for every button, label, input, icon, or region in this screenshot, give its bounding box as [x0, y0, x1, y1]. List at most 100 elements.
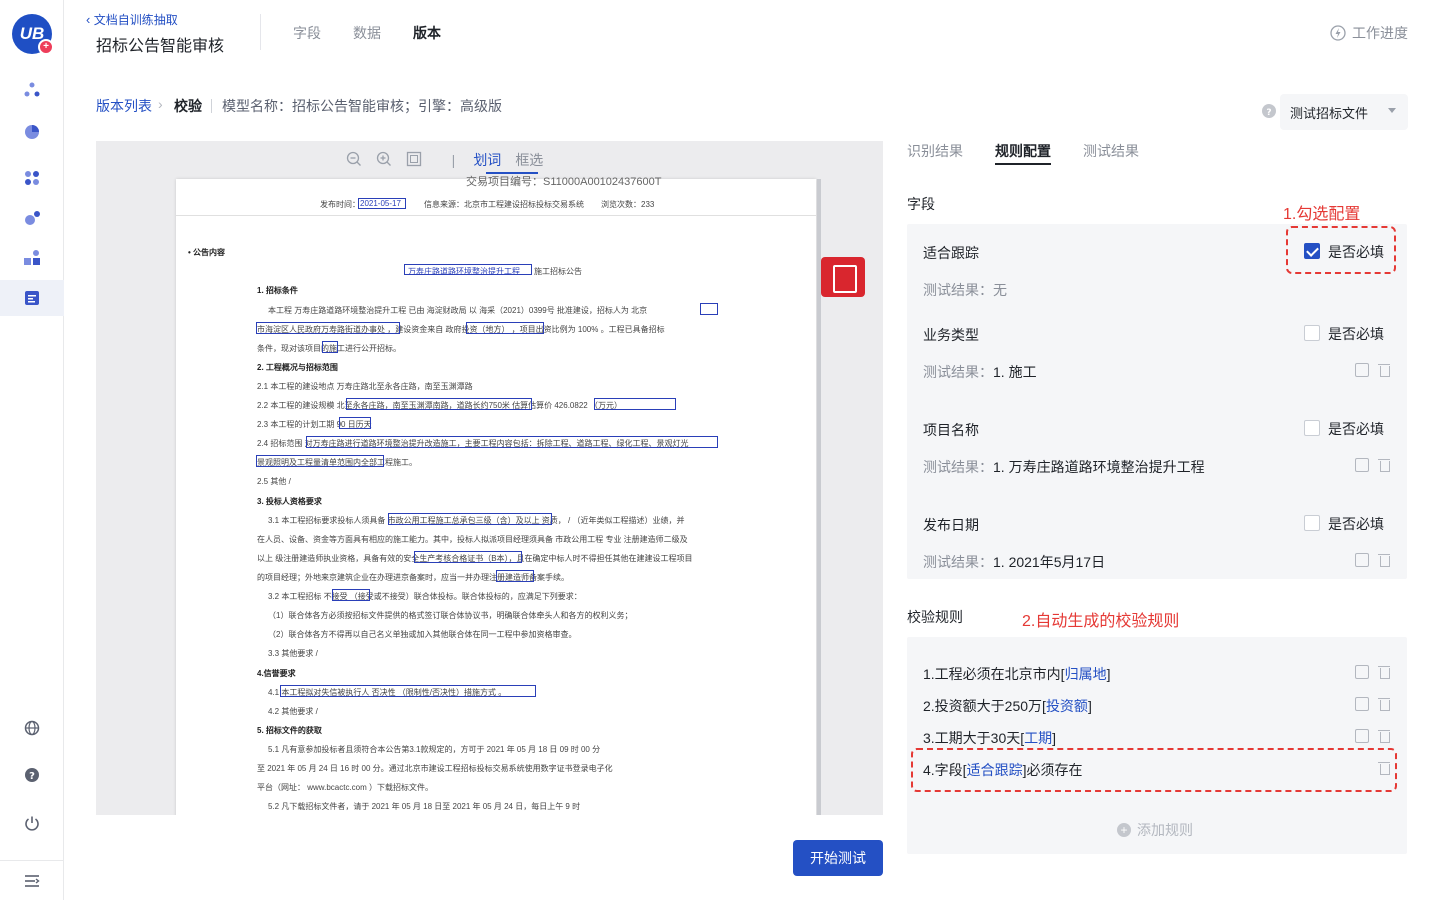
- nav-bubble-icon[interactable]: [22, 208, 42, 228]
- rule-field-link[interactable]: 归属地: [1065, 666, 1107, 682]
- doc-meta-time: 发布时间：: [320, 200, 360, 209]
- breadcrumb-version-list[interactable]: 版本列表: [96, 96, 152, 116]
- delete-icon[interactable]: [1378, 697, 1392, 711]
- back-label: 文档自训练抽取: [93, 13, 178, 27]
- edit-icon[interactable]: [1355, 363, 1369, 377]
- tab-version[interactable]: 版本: [413, 23, 441, 43]
- app-logo[interactable]: UB +: [12, 14, 54, 55]
- edit-icon[interactable]: [1355, 729, 1369, 743]
- highlight-box[interactable]: [466, 322, 544, 334]
- svg-text:?: ?: [1266, 108, 1271, 118]
- highlight-box[interactable]: [256, 455, 384, 467]
- fit-screen-icon[interactable]: [406, 151, 422, 170]
- plus-circle-icon: +: [1117, 823, 1131, 837]
- highlight-box[interactable]: [306, 436, 718, 448]
- highlight-box[interactable]: [700, 303, 718, 315]
- required-checkbox[interactable]: [1304, 420, 1320, 436]
- required-checkbox[interactable]: [1304, 515, 1320, 531]
- add-rule-label: 添加规则: [1137, 822, 1193, 838]
- box-select-tool[interactable]: 框选: [515, 150, 543, 170]
- doc-heading: 3. 投标人资格要求: [257, 497, 322, 506]
- highlight-box[interactable]: [388, 513, 552, 525]
- doc-line: 4.2 其他要求 /: [268, 707, 318, 716]
- highlight-box[interactable]: [594, 398, 676, 410]
- highlight-box[interactable]: [332, 589, 370, 601]
- rule-field-link[interactable]: 投资额: [1046, 698, 1088, 714]
- doc-line: （1）联合体各方必须按招标文件提供的格式签订联合体协议书，明确联合体牵头人和各方…: [268, 611, 633, 620]
- doc-meta-source: 信息来源：北京市工程建设招标投标交易系统: [424, 200, 584, 209]
- question-icon[interactable]: ?: [1262, 104, 1276, 123]
- globe-icon[interactable]: [22, 718, 42, 738]
- tab-data[interactable]: 数据: [353, 23, 381, 43]
- rule-field-link[interactable]: 工期: [1024, 730, 1052, 746]
- highlight-box[interactable]: [256, 322, 400, 334]
- edit-icon[interactable]: [1355, 665, 1369, 679]
- highlight-box[interactable]: [339, 417, 371, 429]
- delete-icon[interactable]: [1378, 363, 1392, 377]
- document-viewer: | 划词 框选 交易项目编号：S11000A00102437600T 发布时间：…: [96, 141, 883, 815]
- field-name: 发布日期: [923, 517, 979, 533]
- rule-text: ]: [1087, 698, 1092, 714]
- nav-pie-icon[interactable]: [22, 122, 42, 142]
- highlight-box[interactable]: [280, 685, 536, 697]
- field-name: 适合跟踪: [923, 245, 979, 261]
- delete-icon[interactable]: [1378, 729, 1392, 743]
- edit-icon[interactable]: [1355, 553, 1369, 567]
- highlight-box[interactable]: [358, 198, 406, 209]
- doc-line: 平台（网址： www.bcactc.com ）下载招标文件。: [257, 783, 434, 792]
- highlight-box[interactable]: [322, 341, 338, 353]
- add-rule-button[interactable]: + 添加规则: [1117, 820, 1193, 840]
- toolbar-divider: |: [451, 152, 456, 168]
- help-icon[interactable]: ?: [22, 765, 42, 785]
- work-progress-button[interactable]: 工作进度: [1330, 23, 1408, 43]
- top-bar: ‹ 文档自训练抽取 招标公告智能审核 字段 数据 版本 工作进度: [64, 0, 1440, 64]
- delete-icon[interactable]: [1378, 458, 1392, 472]
- nav-grid-icon[interactable]: [22, 168, 42, 188]
- highlight-box[interactable]: [496, 570, 534, 582]
- tab-recognition-result[interactable]: 识别结果: [907, 141, 963, 161]
- required-label: 是否必填: [1328, 326, 1384, 342]
- chevron-down-icon: [1388, 108, 1396, 113]
- delete-icon[interactable]: [1378, 553, 1392, 567]
- pdf-file-icon[interactable]: [821, 257, 865, 297]
- nav-document-icon[interactable]: [22, 288, 42, 308]
- word-select-tool[interactable]: 划词: [473, 150, 501, 170]
- doc-line: 2.5 其他 /: [257, 477, 291, 486]
- test-result-prefix: 测试结果：: [923, 554, 993, 570]
- highlight-box[interactable]: [346, 398, 532, 410]
- required-checkbox[interactable]: [1304, 325, 1320, 341]
- test-file-select[interactable]: 测试招标文件: [1280, 94, 1408, 130]
- field-name: 项目名称: [923, 422, 979, 438]
- breadcrumb-separator: ›: [158, 96, 163, 112]
- field-test-result: 测试结果：1. 万寿庄路道路环境整治提升工程: [923, 457, 1205, 477]
- delete-icon[interactable]: [1378, 665, 1392, 679]
- start-test-button[interactable]: 开始测试: [793, 840, 883, 876]
- edit-icon[interactable]: [1355, 458, 1369, 472]
- highlight-box[interactable]: [404, 264, 532, 275]
- nav-apps-icon[interactable]: [22, 248, 42, 268]
- tab-test-result[interactable]: 测试结果: [1083, 141, 1139, 161]
- doc-top-cut: 交易项目编号：S11000A00102437600T: [466, 176, 662, 188]
- breadcrumb-divider: [211, 99, 212, 113]
- collapse-menu-icon[interactable]: [22, 871, 42, 891]
- app-title: 招标公告智能审核: [96, 38, 225, 55]
- sidebar: UB + ?: [0, 0, 64, 900]
- edit-icon[interactable]: [1355, 697, 1369, 711]
- doc-line: 至 2021 年 05 月 24 日 16 时 00 分。通过北京市建设工程招标…: [257, 764, 613, 773]
- annotation-dashed-box: [1286, 226, 1396, 274]
- test-result-value: 无: [993, 282, 1007, 298]
- nav-cluster-icon[interactable]: [22, 80, 42, 100]
- zoom-in-icon[interactable]: [376, 151, 392, 170]
- highlight-box[interactable]: [414, 551, 522, 563]
- test-file-value: 测试招标文件: [1290, 105, 1369, 121]
- rule-item: 1.工程必须在北京市内[归属地]: [923, 664, 1110, 684]
- doc-line: 3.3 其他要求 /: [268, 649, 318, 658]
- test-result-value: 1. 2021年5月17日: [993, 554, 1106, 570]
- doc-meta-views: 浏览次数：233: [601, 200, 655, 209]
- test-result-value: 1. 万寿庄路道路环境整治提升工程: [993, 459, 1205, 475]
- power-icon[interactable]: [22, 813, 42, 833]
- tab-rule-config[interactable]: 规则配置: [995, 141, 1051, 161]
- tab-fields[interactable]: 字段: [293, 23, 321, 43]
- back-link[interactable]: ‹ 文档自训练抽取: [86, 11, 178, 28]
- zoom-out-icon[interactable]: [346, 151, 362, 170]
